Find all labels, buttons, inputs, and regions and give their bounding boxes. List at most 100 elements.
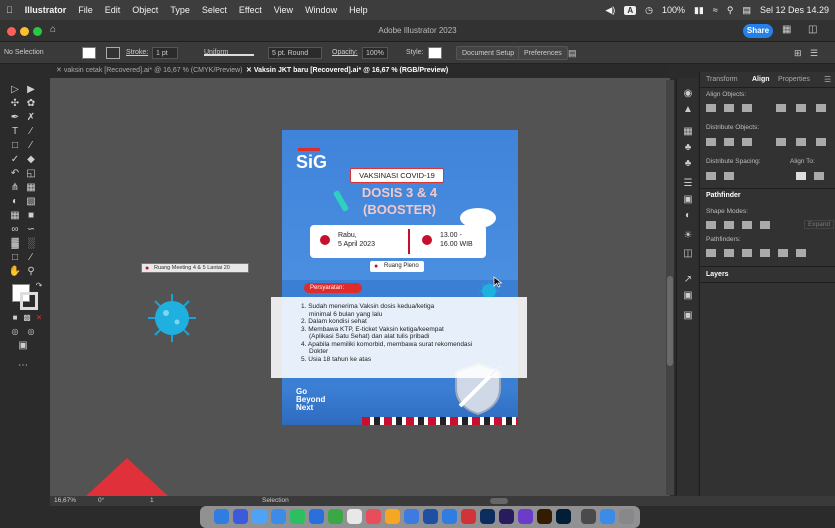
- notes-icon[interactable]: [385, 509, 400, 524]
- chrome-icon[interactable]: [271, 509, 286, 524]
- mesh-tool-icon[interactable]: ▦: [8, 210, 22, 222]
- distribute-horizontal-center-icon[interactable]: [796, 138, 806, 146]
- premiere-icon[interactable]: [480, 509, 495, 524]
- photos-icon[interactable]: [347, 509, 362, 524]
- rotate-tool-icon[interactable]: ↶: [8, 168, 22, 180]
- stroke-swatch[interactable]: [106, 47, 120, 59]
- intersect-icon[interactable]: [742, 221, 752, 229]
- opacity-input[interactable]: 100%: [362, 47, 388, 59]
- menu-type[interactable]: Type: [164, 5, 196, 15]
- share-button[interactable]: Share: [743, 24, 773, 38]
- magic-wand-tool-icon[interactable]: ✣: [8, 98, 22, 110]
- illustrator-dock-icon[interactable]: [537, 509, 552, 524]
- document-setup-button[interactable]: Document Setup: [456, 46, 521, 60]
- settings-icon[interactable]: [461, 509, 476, 524]
- arrange-documents-icon[interactable]: ▤: [568, 47, 577, 59]
- free-transform-tool-icon[interactable]: ▦: [24, 182, 38, 194]
- panel-menu-icon[interactable]: ☰: [810, 47, 818, 59]
- tab-properties[interactable]: Properties: [778, 76, 810, 83]
- requirements-box[interactable]: 1. Sudah menerima Vaksin dosis kedua/ket…: [271, 297, 527, 378]
- paintbrush-tool-icon[interactable]: ⁄: [24, 140, 38, 152]
- volume-icon[interactable]: ◀): [605, 5, 615, 16]
- shape-builder-tool-icon[interactable]: ◐: [8, 196, 22, 208]
- zoom-level[interactable]: 16,67%: [54, 497, 76, 504]
- stroke-weight-input[interactable]: 1 pt: [152, 47, 178, 59]
- direct-selection-tool-icon[interactable]: ▶: [24, 84, 38, 96]
- merge-icon[interactable]: [742, 249, 752, 257]
- input-source-badge[interactable]: A: [624, 5, 637, 15]
- menubar-clock[interactable]: Sel 12 Des 14.29: [760, 5, 829, 15]
- brush-definition-select[interactable]: 5 pt. Round: [268, 47, 322, 59]
- more-tools-icon[interactable]: ⋯: [16, 360, 30, 372]
- horizontal-scroll-thumb[interactable]: [490, 498, 508, 504]
- align-to-selection-icon[interactable]: [796, 172, 806, 180]
- symbol-sprayer-tool-icon[interactable]: ▓: [8, 238, 22, 250]
- distribute-top-icon[interactable]: [706, 138, 716, 146]
- after-effects-icon[interactable]: [499, 509, 514, 524]
- fill-swatch[interactable]: [82, 47, 96, 59]
- width-tool-icon[interactable]: ⋔: [8, 182, 22, 194]
- selection-tool-icon[interactable]: ▷: [8, 84, 22, 96]
- virus-illustration-left[interactable]: [146, 292, 198, 344]
- symbols-icon[interactable]: ♣: [682, 142, 694, 154]
- tab-align[interactable]: Align: [752, 76, 770, 83]
- rotate-view[interactable]: 0°: [98, 497, 104, 504]
- align-top-icon[interactable]: [776, 104, 786, 112]
- align-vertical-center-icon[interactable]: [796, 104, 806, 112]
- menu-file[interactable]: File: [72, 5, 99, 15]
- app-store-icon[interactable]: [442, 509, 457, 524]
- blend-tool-icon[interactable]: ∽: [24, 224, 38, 236]
- exclude-icon[interactable]: [760, 221, 770, 229]
- column-graph-tool-icon[interactable]: ░: [24, 238, 38, 250]
- zoom-tool-icon[interactable]: ⚲: [24, 266, 38, 278]
- distribute-left-icon[interactable]: [776, 138, 786, 146]
- align-horizontal-center-icon[interactable]: [724, 104, 734, 112]
- stroke-panel-icon[interactable]: ☰: [682, 178, 694, 190]
- artboards-panel-icon[interactable]: ◫: [682, 248, 694, 260]
- uniform-profile-select[interactable]: Uniform: [204, 47, 254, 56]
- horizontal-distribute-space-icon[interactable]: [724, 172, 734, 180]
- menu-window[interactable]: Window: [299, 5, 343, 15]
- messages-icon[interactable]: [290, 509, 305, 524]
- panel-menu-icon[interactable]: ☰: [824, 75, 831, 84]
- menu-edit[interactable]: Edit: [99, 5, 127, 15]
- reminders-icon[interactable]: [404, 509, 419, 524]
- graphic-styles-icon[interactable]: ♣: [682, 158, 694, 170]
- tab-transform[interactable]: Transform: [706, 76, 738, 83]
- opacity-label[interactable]: Opacity:: [332, 47, 358, 59]
- wifi-icon[interactable]: ≈: [713, 5, 718, 15]
- brushes-icon[interactable]: ▲: [682, 104, 694, 116]
- pen-tool-icon[interactable]: ✒: [8, 112, 22, 124]
- gradient-panel-icon[interactable]: ▣: [682, 194, 694, 206]
- apple-icon[interactable]: : [0, 5, 19, 15]
- align-right-icon[interactable]: [742, 104, 752, 112]
- swatches-icon[interactable]: ▦: [682, 126, 694, 138]
- libraries-icon[interactable]: ▣: [682, 310, 694, 322]
- eraser-tool-icon[interactable]: ◆: [24, 154, 38, 166]
- menu-effect[interactable]: Effect: [233, 5, 268, 15]
- align-bottom-icon[interactable]: [816, 104, 826, 112]
- menu-select[interactable]: Select: [196, 5, 233, 15]
- tab-vaksin-cetak[interactable]: ✕ vaksin cetak [Recovered].ai* @ 16,67 %…: [50, 64, 249, 78]
- screen-mode-icon[interactable]: ▣: [16, 340, 30, 352]
- vertical-scroll-thumb[interactable]: [667, 276, 673, 366]
- finder-icon[interactable]: [214, 509, 229, 524]
- workspace-icon[interactable]: ▦: [782, 24, 791, 35]
- safari-icon[interactable]: [252, 509, 267, 524]
- preview-icon[interactable]: [581, 509, 596, 524]
- swap-colors-icon[interactable]: ↷: [32, 280, 46, 292]
- unite-icon[interactable]: [706, 221, 716, 229]
- panel-toggle-icon[interactable]: ⊞: [794, 47, 802, 59]
- eyedropper-tool-icon[interactable]: ∞: [8, 224, 22, 236]
- lasso-tool-icon[interactable]: ✿: [24, 98, 38, 110]
- type-tool-icon[interactable]: T: [8, 126, 22, 138]
- graphic-style-swatch[interactable]: [428, 47, 442, 59]
- minus-back-icon[interactable]: [796, 249, 806, 257]
- photoshop-icon[interactable]: [556, 509, 571, 524]
- artboard-poster[interactable]: SiG VAKSINASI COVID-19 DOSIS 3 & 4 (BOOS…: [282, 130, 518, 425]
- line-tool-icon[interactable]: ∕: [24, 126, 38, 138]
- expand-button[interactable]: Expand: [804, 220, 835, 229]
- menu-app-illustrator[interactable]: Illustrator: [19, 5, 73, 15]
- artboard-tool-icon[interactable]: □: [8, 252, 22, 264]
- draw-normal-icon[interactable]: ◎: [8, 326, 22, 338]
